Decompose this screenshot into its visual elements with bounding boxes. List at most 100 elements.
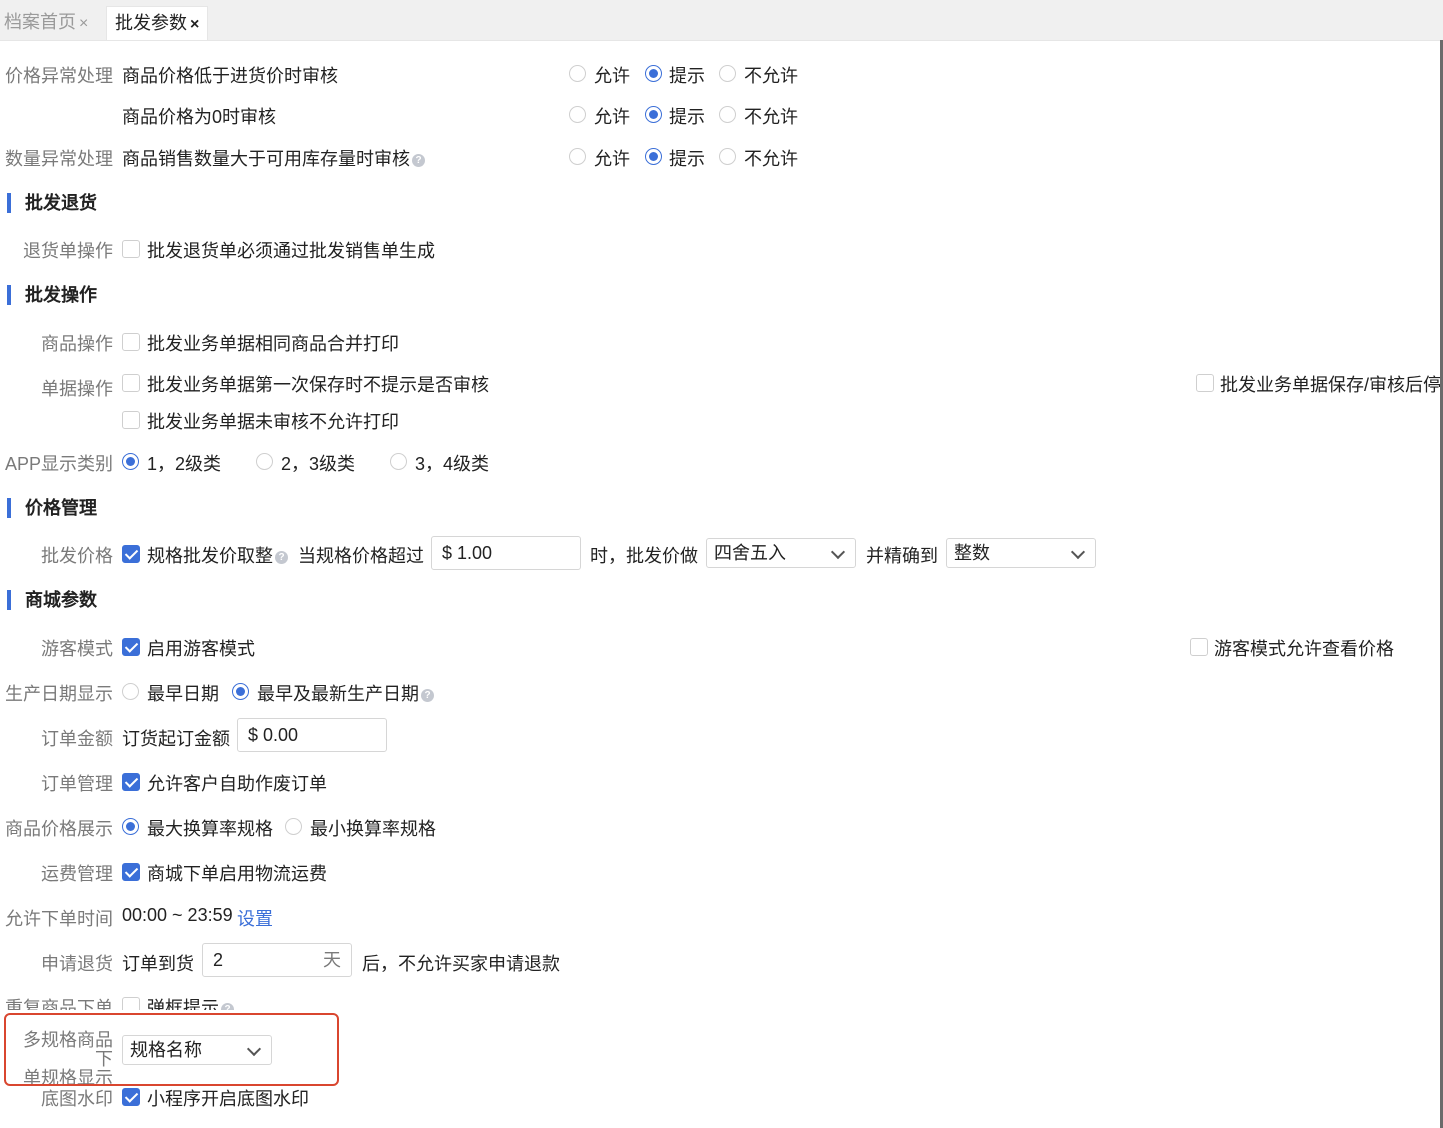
guest-label: 游客模式 <box>41 639 113 659</box>
radio-deny[interactable] <box>719 106 736 123</box>
radio-allow[interactable] <box>569 65 586 82</box>
prod-date-radio-2[interactable] <box>232 683 249 700</box>
watermark-label: 底图水印 <box>41 1089 113 1109</box>
app-cat-radio-1[interactable] <box>122 453 139 470</box>
qty-abnormal-label: 数量异常处理 <box>5 149 113 169</box>
tab-wholesale-params[interactable]: 批发参数 × <box>106 6 208 40</box>
radio-allow-label: 允许 <box>594 107 630 127</box>
prod-date-label: 生产日期显示 <box>5 684 113 704</box>
doc-op-checkbox-3[interactable] <box>1196 374 1214 392</box>
goods-op-label: 商品操作 <box>41 334 113 354</box>
goods-op-checkbox[interactable] <box>122 333 140 351</box>
order-mgmt-checkbox[interactable] <box>122 773 140 791</box>
radio-prompt-label: 提示 <box>669 66 705 86</box>
app-cat-option-3: 3，4级类 <box>415 454 490 474</box>
highlight-box <box>4 1013 339 1086</box>
price-show-radio-2[interactable] <box>285 818 302 835</box>
watermark-option: 小程序开启底图水印 <box>147 1089 309 1109</box>
order-mgmt-label: 订单管理 <box>41 774 113 794</box>
refund-days-input[interactable]: 2天 <box>202 943 352 977</box>
refund-after-text: 后，不允许买家申请退款 <box>362 954 560 974</box>
guest-price-option: 游客模式允许查看价格 <box>1214 639 1394 659</box>
section-title-return: 批发退货 <box>7 193 97 213</box>
radio-prompt[interactable] <box>645 65 662 82</box>
refund-days-value: 2 <box>213 950 224 970</box>
radio-allow-label: 允许 <box>594 149 630 169</box>
prod-date-option-2-text: 最早及最新生产日期 <box>257 684 419 704</box>
guest-price-checkbox[interactable] <box>1190 638 1208 656</box>
return-op-label: 退货单操作 <box>23 241 113 261</box>
section-title-price: 价格管理 <box>7 498 97 518</box>
exceed-amount-input[interactable]: $ 1.00 <box>431 536 581 570</box>
goods-op-option: 批发业务单据相同商品合并打印 <box>147 334 399 354</box>
prod-date-option-2: 最早及最新生产日期? <box>257 680 434 706</box>
exceed-label: 当规格价格超过 <box>298 546 424 566</box>
refund-text: 订单到货 <box>122 954 194 974</box>
app-cat-option-2: 2，3级类 <box>281 454 356 474</box>
help-icon[interactable]: ? <box>412 153 425 167</box>
tab-archive-home[interactable]: 档案首页 × <box>0 6 104 40</box>
return-op-option: 批发退货单必须通过批发销售单生成 <box>147 241 435 261</box>
guest-option: 启用游客模式 <box>147 639 255 659</box>
freight-checkbox[interactable] <box>122 863 140 881</box>
doc-op-checkbox-1[interactable] <box>122 374 140 392</box>
chevron-down-icon <box>1070 544 1086 560</box>
guest-checkbox[interactable] <box>122 638 140 656</box>
refund-days-unit: 天 <box>323 950 341 970</box>
wholesale-price-label: 批发价格 <box>41 546 113 566</box>
qty-over-stock-label: 商品销售数量大于可用库存量时审核? <box>122 145 425 171</box>
order-time-settings-link[interactable]: 设置 <box>237 905 273 931</box>
radio-prompt[interactable] <box>645 106 662 123</box>
section-title-operation: 批发操作 <box>7 285 97 305</box>
precision-select[interactable]: 整数 <box>946 538 1096 568</box>
price-show-option-2: 最小换算率规格 <box>310 819 436 839</box>
return-op-checkbox[interactable] <box>122 240 140 258</box>
prod-date-radio-1[interactable] <box>122 683 139 700</box>
section-title-mall: 商城参数 <box>7 590 97 610</box>
min-order-input[interactable]: $ 0.00 <box>237 718 387 752</box>
close-icon[interactable]: × <box>79 15 88 32</box>
help-icon[interactable]: ? <box>421 688 434 702</box>
round-price-checkbox[interactable] <box>122 545 140 563</box>
help-icon[interactable]: ? <box>275 550 288 564</box>
doc-op-option-3: 批发业务单据保存/审核后停留 <box>1220 375 1440 395</box>
doc-op-option-1: 批发业务单据第一次保存时不提示是否审核 <box>147 375 489 395</box>
radio-deny-label: 不允许 <box>744 149 798 169</box>
tab-label: 批发参数 <box>115 13 187 33</box>
price-show-radio-1[interactable] <box>122 818 139 835</box>
app-cat-radio-2[interactable] <box>256 453 273 470</box>
price-abnormal-label: 价格异常处理 <box>5 66 113 86</box>
rounding-value: 四舍五入 <box>714 543 786 563</box>
exceed-amount-value: $ 1.00 <box>442 543 493 563</box>
radio-deny[interactable] <box>719 65 736 82</box>
precision-value: 整数 <box>954 543 990 563</box>
round-price-text: 规格批发价取整 <box>147 546 273 566</box>
radio-prompt-label: 提示 <box>669 149 705 169</box>
radio-deny[interactable] <box>719 148 736 165</box>
order-mgmt-option: 允许客户自助作废订单 <box>147 774 327 794</box>
then-label: 时，批发价做 <box>590 546 698 566</box>
dup-option: 弹框提示? <box>147 994 234 1010</box>
order-time-value: 00:00 ~ 23:59 <box>122 905 233 925</box>
watermark-checkbox[interactable] <box>122 1088 140 1106</box>
precision-label: 并精确到 <box>866 546 938 566</box>
rounding-select[interactable]: 四舍五入 <box>706 538 856 568</box>
price-zero-label: 商品价格为0时审核 <box>122 107 277 127</box>
price-show-label: 商品价格展示 <box>5 819 113 839</box>
dup-option-text: 弹框提示 <box>147 998 219 1010</box>
help-icon[interactable]: ? <box>221 1002 234 1010</box>
radio-deny-label: 不允许 <box>744 107 798 127</box>
round-price-option: 规格批发价取整? <box>147 542 288 568</box>
chevron-down-icon <box>830 544 846 560</box>
radio-deny-label: 不允许 <box>744 66 798 86</box>
app-cat-radio-3[interactable] <box>390 453 407 470</box>
freight-label: 运费管理 <box>41 864 113 884</box>
radio-allow[interactable] <box>569 148 586 165</box>
radio-prompt[interactable] <box>645 148 662 165</box>
price-show-option-1: 最大换算率规格 <box>147 819 273 839</box>
dup-checkbox[interactable] <box>122 997 140 1010</box>
close-icon[interactable]: × <box>190 16 199 33</box>
radio-allow[interactable] <box>569 106 586 123</box>
order-time-label: 允许下单时间 <box>5 909 113 929</box>
doc-op-checkbox-2[interactable] <box>122 411 140 429</box>
